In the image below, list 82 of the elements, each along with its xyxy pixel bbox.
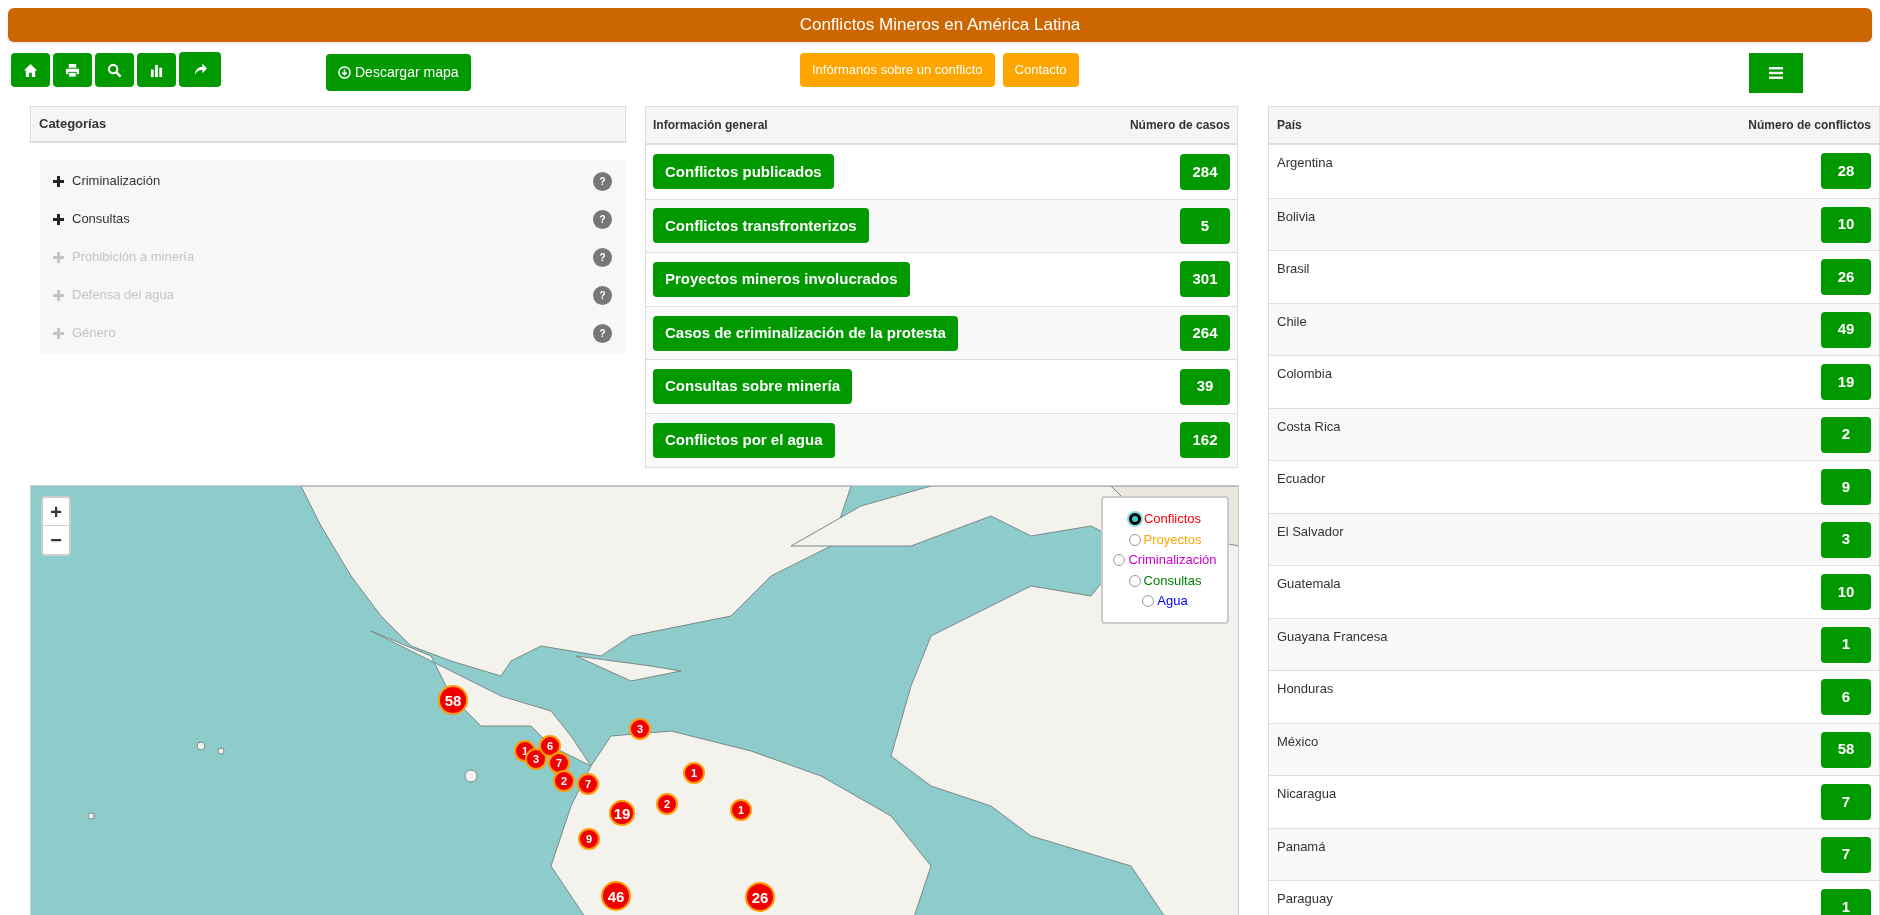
count-badge: 7 xyxy=(1821,836,1871,873)
plus-icon xyxy=(53,175,64,187)
country-name: Guayana Francesa xyxy=(1277,627,1388,646)
category-link-button[interactable]: Conflictos transfronterizos xyxy=(653,208,869,244)
help-button[interactable]: ? xyxy=(593,171,612,191)
share-arrow-icon xyxy=(192,62,208,77)
country-name: Paraguay xyxy=(1277,890,1333,908)
layer-option[interactable]: Criminalización xyxy=(1113,550,1217,570)
count-badge: 39 xyxy=(1180,368,1230,405)
menu-button[interactable] xyxy=(1749,53,1803,93)
country-name: Guatemala xyxy=(1277,575,1341,593)
country-name: Nicaragua xyxy=(1277,785,1337,803)
plus-icon xyxy=(53,213,64,225)
plus-icon xyxy=(53,327,64,339)
country-name: Bolivia xyxy=(1277,207,1316,226)
country-name: Argentina xyxy=(1277,154,1333,172)
category-link-button[interactable]: Consultas sobre minería xyxy=(653,369,853,405)
print-button[interactable] xyxy=(53,53,92,87)
column-header: Número de conflictos xyxy=(1748,117,1871,134)
count-badge: 49 xyxy=(1821,311,1871,348)
count-badge: 6 xyxy=(1821,679,1871,715)
count-badge: 10 xyxy=(1821,206,1871,243)
count-badge: 162 xyxy=(1180,422,1230,459)
bar-chart-icon xyxy=(149,62,164,78)
layer-option[interactable]: Agua xyxy=(1142,591,1188,611)
count-badge: 284 xyxy=(1180,153,1230,190)
count-badge: 9 xyxy=(1821,469,1871,505)
count-badge: 264 xyxy=(1180,315,1230,352)
panel-title: Categorías xyxy=(39,115,107,134)
column-header: Número de casos xyxy=(1129,117,1230,134)
count-badge: 28 xyxy=(1821,153,1871,189)
count-badge: 1 xyxy=(1821,889,1871,915)
help-button[interactable]: ? xyxy=(593,209,612,229)
column-header: Información general xyxy=(653,117,768,134)
category-item[interactable]: Consultas ? xyxy=(40,200,626,238)
count-badge: 2 xyxy=(1821,416,1871,453)
zoom-in-button[interactable]: + xyxy=(43,498,69,526)
count-badge: 5 xyxy=(1180,207,1230,244)
category-link-button[interactable]: Proyectos mineros involucrados xyxy=(653,262,910,297)
printer-icon xyxy=(65,62,80,78)
country-name: Brasil xyxy=(1277,260,1310,278)
count-badge: 1 xyxy=(1821,626,1871,663)
country-name: Chile xyxy=(1277,312,1307,331)
share-button[interactable] xyxy=(179,52,221,87)
count-badge: 301 xyxy=(1180,261,1230,298)
download-icon xyxy=(338,66,351,79)
chart-button[interactable] xyxy=(137,53,176,87)
category-link-button[interactable]: Conflictos por el agua xyxy=(653,422,835,458)
search-button[interactable] xyxy=(95,53,134,87)
radio-button[interactable] xyxy=(1142,595,1155,607)
category-link-button[interactable]: Conflictos publicados xyxy=(653,154,834,190)
radio-button[interactable] xyxy=(1128,513,1141,525)
download-map-button[interactable]: Descargar mapa xyxy=(326,54,471,91)
column-header: País xyxy=(1277,117,1302,134)
count-badge: 26 xyxy=(1821,259,1871,295)
count-badge: 10 xyxy=(1821,574,1871,610)
count-badge: 3 xyxy=(1821,521,1871,558)
radio-button[interactable] xyxy=(1113,554,1126,566)
country-name: México xyxy=(1277,732,1319,751)
plus-icon xyxy=(53,251,64,263)
home-icon xyxy=(23,62,38,78)
count-badge: 7 xyxy=(1821,784,1871,820)
search-icon xyxy=(107,62,122,78)
country-name: El Salvador xyxy=(1277,522,1344,541)
count-badge: 58 xyxy=(1821,731,1871,768)
radio-button[interactable] xyxy=(1128,574,1141,587)
radio-button[interactable] xyxy=(1128,533,1141,546)
home-button[interactable] xyxy=(11,53,50,87)
layer-option[interactable]: Conflictos xyxy=(1128,509,1202,529)
country-name: Costa Rica xyxy=(1277,417,1341,436)
country-name: Ecuador xyxy=(1277,470,1326,488)
menu-icon xyxy=(1769,67,1783,79)
category-item[interactable]: Criminalización ? xyxy=(40,162,626,200)
country-name: Colombia xyxy=(1277,365,1332,383)
country-name: Honduras xyxy=(1277,680,1334,698)
plus-icon xyxy=(53,289,64,301)
zoom-out-button[interactable]: − xyxy=(43,526,69,554)
page-title: Conflictos Mineros en América Latina xyxy=(799,14,1081,37)
category-link-button[interactable]: Casos de criminalización de la protesta xyxy=(653,315,958,351)
country-name: Panamá xyxy=(1277,837,1326,856)
layer-option[interactable]: Consultas xyxy=(1128,570,1202,591)
count-badge: 19 xyxy=(1821,364,1871,400)
